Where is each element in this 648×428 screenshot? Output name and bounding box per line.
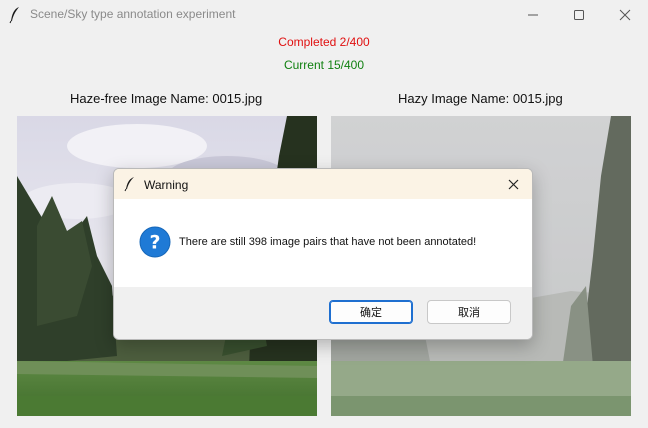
dialog-close-button[interactable] <box>498 169 528 199</box>
cancel-button[interactable]: 取消 <box>427 300 511 324</box>
minimize-button[interactable] <box>510 0 556 30</box>
maximize-button[interactable] <box>556 0 602 30</box>
completed-counter: Completed 2/400 <box>278 35 370 49</box>
dialog-titlebar: Warning <box>114 169 532 199</box>
feather-icon <box>9 7 19 24</box>
close-window-button[interactable] <box>602 0 648 30</box>
dialog-title: Warning <box>144 178 189 192</box>
question-icon: ? <box>139 226 171 258</box>
window-title: Scene/Sky type annotation experiment <box>30 7 236 21</box>
current-counter: Current 15/400 <box>283 58 365 72</box>
hazy-image-label: Hazy Image Name: 0015.jpg <box>398 91 563 106</box>
ok-button[interactable]: 确定 <box>329 300 413 324</box>
feather-icon <box>124 177 134 192</box>
close-icon <box>508 179 518 189</box>
dialog-body: ? There are still 398 image pairs that h… <box>114 199 532 287</box>
dialog-footer: 确定 取消 <box>114 287 532 339</box>
haze-free-image-label: Haze-free Image Name: 0015.jpg <box>70 91 263 106</box>
maximize-icon <box>574 10 584 20</box>
svg-text:?: ? <box>149 232 160 254</box>
warning-dialog: Warning ? There are still 398 image pair… <box>113 168 533 340</box>
window-titlebar: Scene/Sky type annotation experiment <box>0 0 648 30</box>
close-icon <box>619 9 631 21</box>
minimize-icon <box>528 14 538 16</box>
dialog-message: There are still 398 image pairs that hav… <box>179 236 477 248</box>
